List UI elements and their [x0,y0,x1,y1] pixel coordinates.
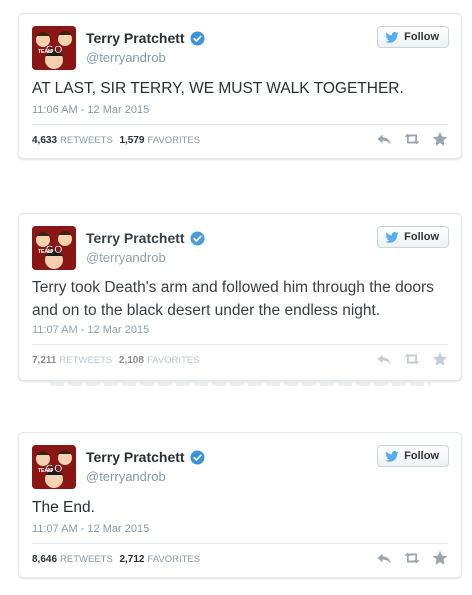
retweet-icon[interactable] [404,550,420,566]
tweet-stats: 7,211 RETWEETS 2,108 FAVORITES [32,355,200,366]
retweet-count[interactable]: 8,646 [32,554,57,565]
avatar-image: GO TEAM [32,226,76,270]
verified-badge-icon [190,450,205,465]
tweet-text: AT LAST, SIR TERRY, WE MUST WALK TOGETHE… [32,80,404,97]
tweet-actions [376,351,448,367]
favorite-count[interactable]: 2,712 [119,554,144,565]
divider [32,124,448,125]
tweet-text: Terry took Death's arm and followed him … [32,279,434,319]
favorites-label: FAVORITES [146,355,200,366]
star-icon[interactable] [432,550,448,566]
svg-text:TEAM: TEAM [38,49,52,55]
tweet-card: GO TEAM Terry Pratchett @terryandrob Fol… [18,213,462,381]
avatar-image: GO TEAM [32,26,76,70]
follow-button[interactable]: Follow [377,445,449,467]
retweet-icon[interactable] [404,351,420,367]
author-handle[interactable]: @terryandrob [86,250,166,265]
follow-button[interactable]: Follow [377,226,449,248]
tweet-text: The End. [32,499,95,516]
tweet-timestamp[interactable]: 11:06 AM - 12 Mar 2015 [32,104,149,116]
reply-icon[interactable] [376,550,392,566]
retweets-label: RETWEETS [60,554,113,565]
follow-label: Follow [404,450,439,462]
avatar[interactable]: GO TEAM [32,26,76,70]
twitter-bird-icon [385,31,399,43]
avatar-image: GO TEAM [32,445,76,489]
author-name[interactable]: Terry Pratchett [86,230,205,246]
favorite-count[interactable]: 1,579 [119,135,144,146]
tweet-stats: 8,646 RETWEETS 2,712 FAVORITES [32,554,200,565]
favorites-label: FAVORITES [147,135,201,146]
twitter-bird-icon [385,231,399,243]
divider [32,344,448,345]
author-handle[interactable]: @terryandrob [86,50,166,65]
tweet-actions [376,131,448,147]
follow-button[interactable]: Follow [377,26,449,48]
tweet-card: GO TEAM Terry Pratchett @terryandrob Fol… [18,13,462,159]
tweet-timestamp[interactable]: 11:07 AM - 12 Mar 2015 [32,523,149,535]
author-name-text[interactable]: Terry Pratchett [86,30,185,46]
retweets-label: RETWEETS [59,355,113,366]
star-icon[interactable] [432,131,448,147]
verified-badge-icon [190,231,205,246]
follow-label: Follow [404,231,439,243]
author-name-text[interactable]: Terry Pratchett [86,449,185,465]
star-icon[interactable] [432,351,448,367]
author-name[interactable]: Terry Pratchett [86,30,205,46]
twitter-bird-icon [385,450,399,462]
retweet-icon[interactable] [404,131,420,147]
favorite-count[interactable]: 2,108 [119,355,144,366]
reply-icon[interactable] [376,131,392,147]
author-name-text[interactable]: Terry Pratchett [86,230,185,246]
follow-label: Follow [404,31,439,43]
tweet-actions [376,550,448,566]
avatar[interactable]: GO TEAM [32,445,76,489]
author-handle[interactable]: @terryandrob [86,469,166,484]
faded-artifact [50,381,430,386]
retweet-count[interactable]: 4,633 [32,135,57,146]
tweet-stats: 4,633 RETWEETS 1,579 FAVORITES [32,135,200,146]
author-name[interactable]: Terry Pratchett [86,449,205,465]
svg-text:TEAM: TEAM [38,249,52,255]
avatar[interactable]: GO TEAM [32,226,76,270]
svg-text:TEAM: TEAM [38,468,52,474]
divider [32,543,448,544]
tweet-timestamp[interactable]: 11:07 AM - 12 Mar 2015 [32,324,149,336]
reply-icon[interactable] [376,351,392,367]
favorites-label: FAVORITES [147,554,201,565]
verified-badge-icon [190,31,205,46]
retweets-label: RETWEETS [60,135,113,146]
retweet-count[interactable]: 7,211 [32,355,56,366]
tweet-card: GO TEAM Terry Pratchett @terryandrob Fol… [18,432,462,578]
